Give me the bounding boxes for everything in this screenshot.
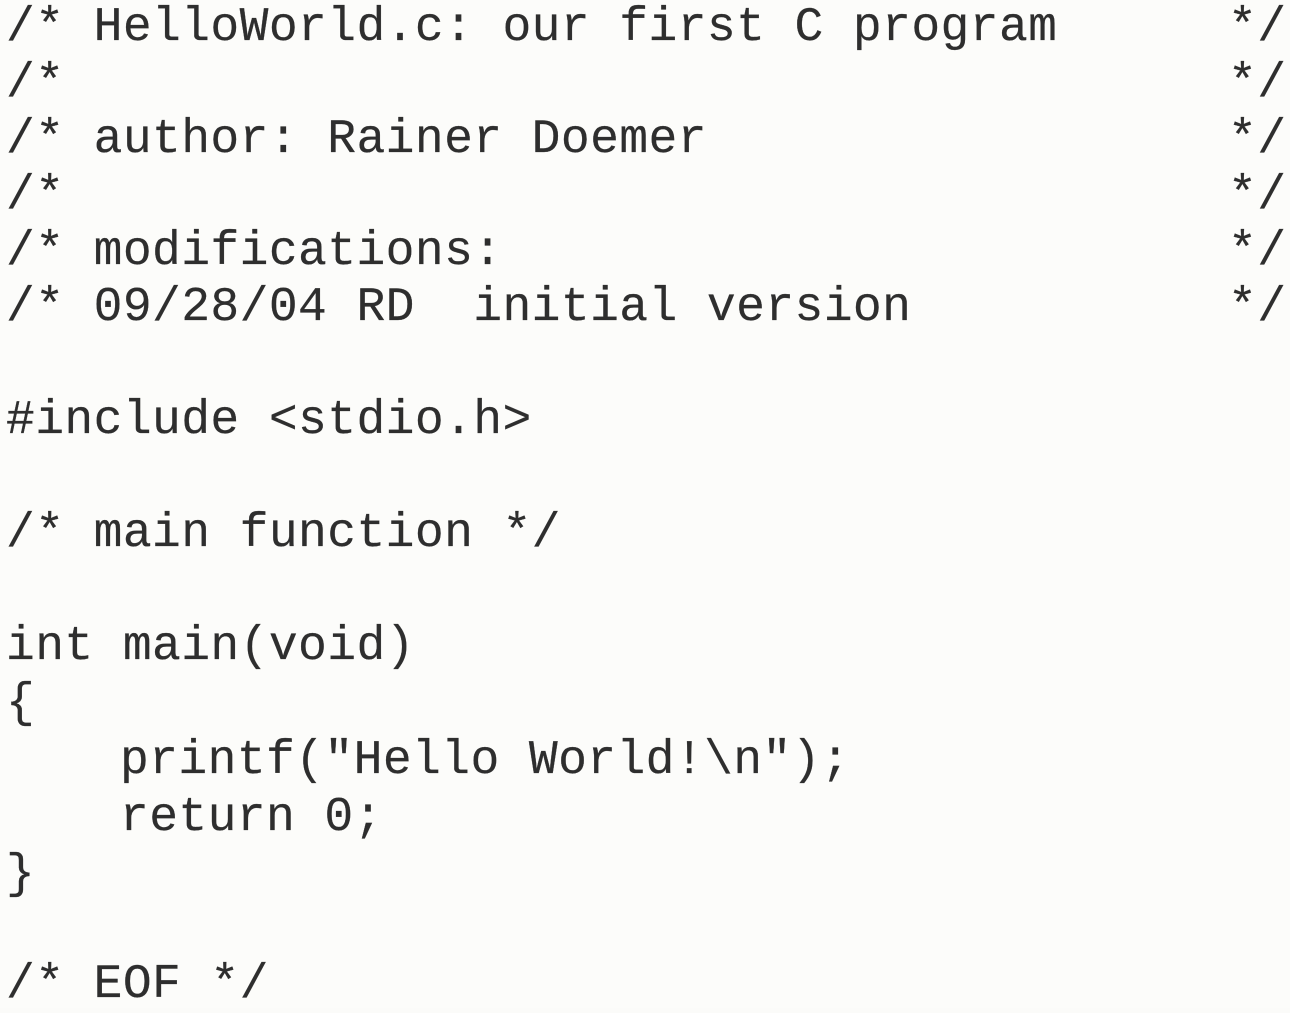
eof-comment: /* EOF */: [6, 958, 269, 1012]
header-comment-line-3: /* author: Rainer Doemer: [6, 113, 707, 167]
header-comment-line-4: /*: [6, 169, 65, 223]
header-comment-close-1: */: [1228, 1, 1287, 55]
header-comment-close-3: */: [1228, 113, 1287, 167]
header-comment-line-2: /*: [6, 57, 65, 111]
close-brace: }: [6, 848, 36, 902]
return-statement: return 0;: [120, 791, 383, 845]
main-signature: int main(void): [6, 620, 415, 674]
open-brace: {: [6, 677, 36, 731]
header-comment-line-6: /* 09/28/04 RD initial version: [6, 281, 912, 335]
main-function-comment: /* main function */: [6, 507, 561, 561]
header-comment-line-1: /* HelloWorld.c: our first C program: [6, 1, 1058, 55]
include-directive: #include <stdio.h>: [6, 394, 532, 448]
printf-statement: printf("Hello World!\n");: [120, 734, 851, 788]
header-comment-close-6: */: [1228, 281, 1287, 335]
scanned-page: /* HelloWorld.c: our first C program */ …: [0, 0, 1290, 1012]
header-comment-close-2: */: [1228, 57, 1287, 111]
header-comment-close-5: */: [1228, 225, 1287, 279]
header-comment-close-4: */: [1228, 169, 1287, 223]
header-comment-line-5: /* modifications:: [6, 225, 503, 279]
